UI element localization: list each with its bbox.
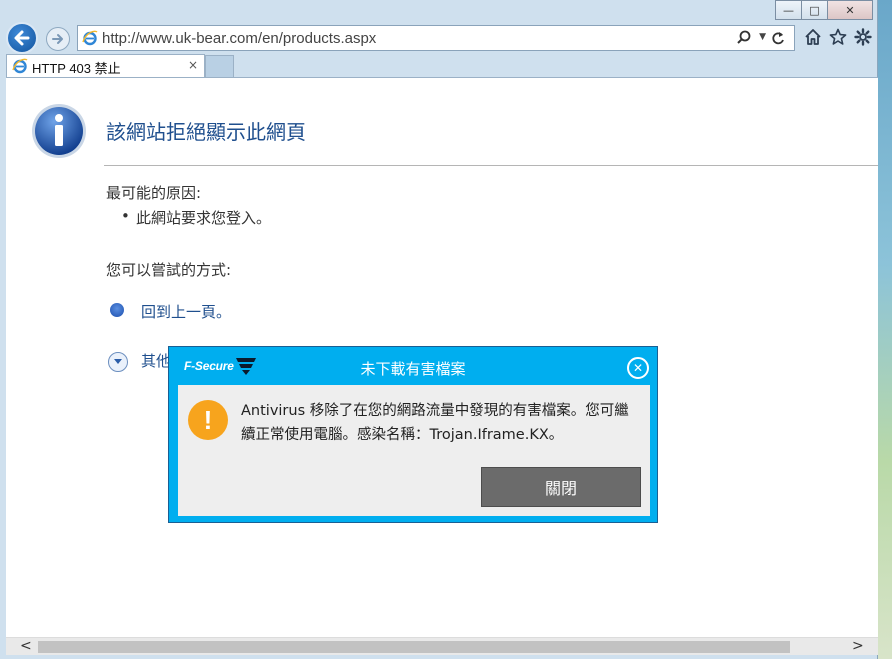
horizontal-scrollbar[interactable]: < > [6,637,878,655]
tab-strip: HTTP 403 禁止 × [0,54,878,77]
close-button[interactable]: 關閉 [481,467,641,507]
refresh-icon[interactable] [770,29,786,47]
warning-icon: ! [188,400,228,440]
search-icon[interactable] [736,29,752,47]
dialog-title: 未下載有害檔案 [360,360,466,378]
address-url[interactable]: http://www.uk-bear.com/en/products.aspx [102,30,376,47]
window-caption-buttons: — □ ✕ [775,0,873,20]
ie-logo-icon [12,58,28,74]
reason-item: 此網站要求您登入。 [136,209,272,227]
go-back-link[interactable]: 回到上一頁。 [141,301,231,322]
ie-logo-icon [82,30,98,46]
scrollbar-thumb[interactable] [38,641,790,653]
back-link-icon [110,303,124,317]
tab-close-button[interactable]: × [188,58,198,72]
dialog-body: ! Antivirus 移除了在您的網路流量中發現的有害檔案。您可繼續正常使用電… [178,385,650,516]
back-button[interactable] [6,22,38,54]
scroll-right-icon[interactable]: > [852,638,864,654]
home-icon[interactable] [804,28,822,46]
minimize-button[interactable]: — [775,0,802,20]
bullet: • [121,207,130,225]
more-info-link[interactable]: 其他 [141,350,171,371]
address-bar[interactable]: http://www.uk-bear.com/en/products.aspx … [77,25,795,51]
forward-arrow-icon [52,34,63,44]
dialog-frame: F-Secure 未下載有害檔案 ✕ ! Antivirus 移除了在您的網路流… [169,347,657,522]
maximize-button[interactable]: □ [801,0,828,20]
navigation-bar: http://www.uk-bear.com/en/products.aspx … [0,22,878,54]
dialog-message: Antivirus 移除了在您的網路流量中發現的有害檔案。您可繼續正常使用電腦。… [241,403,629,443]
close-circle-icon[interactable]: ✕ [627,357,649,379]
browser-window: — □ ✕ http://www.uk-bear.com/en/products… [0,0,878,659]
try-heading: 您可以嘗試的方式: [106,261,232,279]
expand-more-icon[interactable] [108,352,128,372]
tab-http-403[interactable]: HTTP 403 禁止 × [6,54,205,77]
forward-button[interactable] [46,27,70,51]
desktop-background [878,0,892,659]
favorites-star-icon[interactable] [829,28,847,46]
scroll-left-icon[interactable]: < [20,638,32,654]
divider [104,165,878,166]
settings-gear-icon[interactable] [854,28,872,46]
tab-title: HTTP 403 禁止 [32,61,121,76]
chevron-down-icon [114,359,122,364]
new-tab-button[interactable] [205,55,234,77]
command-icons [804,28,872,46]
close-window-button[interactable]: ✕ [827,0,873,20]
page-title: 該網站拒絕顯示此網頁 [106,120,306,144]
back-arrow-icon [14,30,30,46]
fsecure-dialog: F-Secure 未下載有害檔案 ✕ ! Antivirus 移除了在您的網路流… [168,346,658,523]
chevron-down-icon[interactable]: ▼ [759,32,766,42]
reason-heading: 最可能的原因: [106,184,202,202]
info-icon [32,104,86,158]
